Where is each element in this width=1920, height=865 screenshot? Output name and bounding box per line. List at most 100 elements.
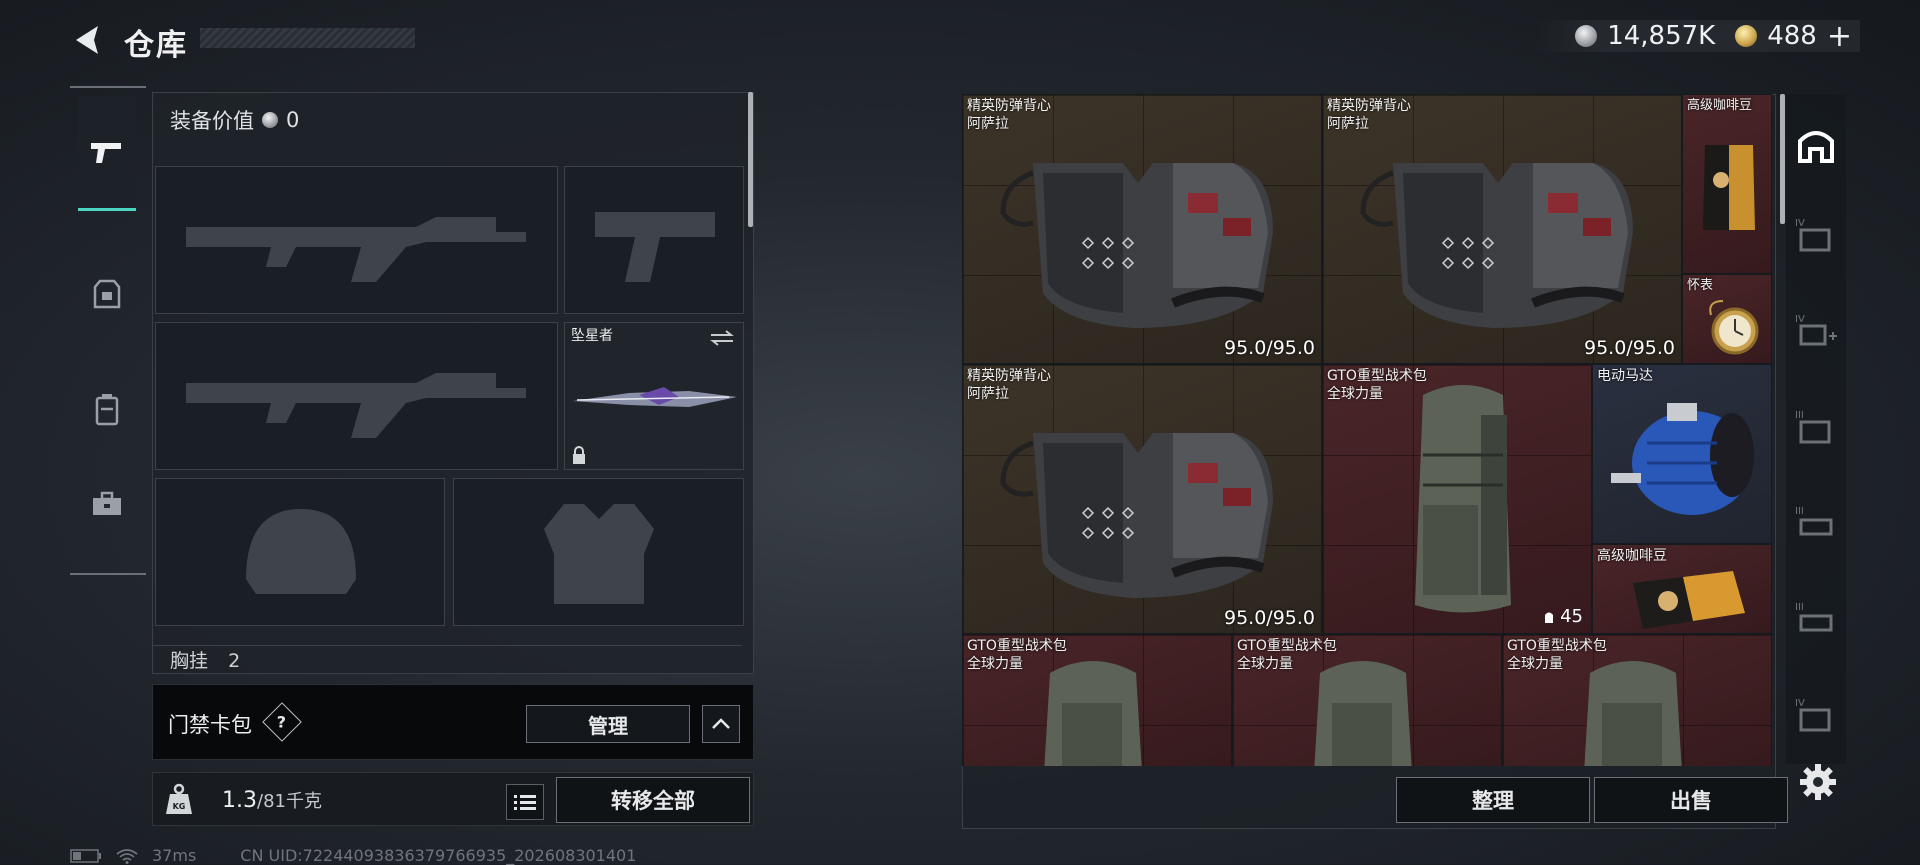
- item-name: 高级咖啡豆: [1687, 98, 1753, 113]
- armor-icon: [93, 279, 121, 309]
- battery-icon: [70, 848, 101, 863]
- stash-scrollbar[interactable]: [1780, 94, 1785, 224]
- sort-button[interactable]: 整理: [1396, 777, 1590, 823]
- stash-item[interactable]: 精英防弹背心 阿萨拉 95.0/95.0: [962, 364, 1322, 634]
- stash-grid: 精英防弹背心 阿萨拉 95.0/95.0 精英防弹背心 阿萨拉 95.0/95.…: [962, 94, 1774, 766]
- electric-motor-image: [1611, 403, 1754, 515]
- primary-weapon-slot-2[interactable]: [155, 322, 558, 470]
- loadout-scrollbar[interactable]: [748, 92, 753, 227]
- tab-armor[interactable]: [78, 238, 136, 350]
- rail-tab-container[interactable]: IV: [1794, 308, 1838, 352]
- pistol-silhouette: [595, 212, 715, 282]
- collapse-button[interactable]: [702, 705, 740, 743]
- weight-readout: 1.3/81千克: [222, 787, 322, 813]
- pocket-watch-image: [1709, 300, 1759, 355]
- stash-item[interactable]: 高级咖啡豆: [1592, 544, 1772, 634]
- rail-tab-container[interactable]: IV: [1794, 692, 1838, 736]
- item-name: 精英防弹背心 阿萨拉: [967, 98, 1051, 132]
- vest-silhouette: [544, 504, 654, 604]
- back-arrow-icon[interactable]: [68, 20, 108, 60]
- primary-weapon-slot[interactable]: [155, 166, 558, 314]
- container-tier-icon: IV: [1795, 314, 1837, 346]
- backpack-image: [1415, 385, 1511, 613]
- stash-item[interactable]: 精英防弹背心 阿萨拉 95.0/95.0: [962, 94, 1322, 364]
- equipment-value: 装备价值 0: [170, 105, 299, 135]
- item-durability: 95.0/95.0: [1583, 337, 1675, 359]
- svg-text:IV: IV: [1795, 314, 1805, 325]
- backpack-image: [1314, 661, 1412, 766]
- melee-slot[interactable]: 坠星者: [564, 322, 744, 470]
- armor-slot[interactable]: [453, 478, 744, 626]
- container-tier-icon: III: [1795, 602, 1833, 632]
- helmet-silhouette: [246, 509, 356, 594]
- container-tier-icon: III: [1795, 506, 1833, 536]
- stash-item[interactable]: 电动马达: [1592, 364, 1772, 544]
- weight-icon-text: KG: [173, 802, 186, 811]
- silver-coin-icon: [262, 112, 278, 128]
- list-icon: [514, 795, 536, 810]
- chevron-up-icon: [712, 718, 730, 729]
- add-currency-button[interactable]: +: [1827, 19, 1852, 54]
- container-tier-icon: IV: [1795, 218, 1831, 252]
- item-name: 怀表: [1687, 278, 1714, 293]
- backpack-icon: [95, 394, 119, 426]
- vest-image: [1360, 163, 1633, 328]
- knife-image: [573, 387, 737, 407]
- rail-tab-container[interactable]: III: [1794, 596, 1838, 640]
- list-view-button[interactable]: [506, 784, 544, 820]
- tab-weapons[interactable]: [78, 96, 136, 211]
- swap-icon[interactable]: [709, 329, 735, 347]
- wifi-icon: [116, 848, 138, 864]
- rail-tab-container[interactable]: III: [1794, 500, 1838, 544]
- equipment-value-label: 装备价值: [170, 109, 254, 133]
- stash-item[interactable]: 精英防弹背心 阿萨拉 95.0/95.0: [1322, 94, 1682, 364]
- rail-tab-stash[interactable]: [1794, 122, 1838, 166]
- svg-text:III: III: [1795, 506, 1804, 517]
- weight-current: 1.3: [222, 788, 257, 813]
- pistol-icon: [91, 143, 121, 163]
- sell-button[interactable]: 出售: [1594, 777, 1788, 823]
- ping-readout: 37ms: [152, 846, 197, 865]
- currency-display: 14,857K 488 +: [1535, 19, 1860, 54]
- svg-text:III: III: [1795, 602, 1804, 613]
- question-icon: ?: [277, 712, 287, 732]
- backpack-image: [1044, 661, 1142, 766]
- capacity-icon: [1545, 612, 1554, 623]
- gold-coin-icon: [1735, 25, 1758, 47]
- coffee-bag-image: [1633, 571, 1745, 629]
- rail-tab-container[interactable]: III: [1794, 404, 1838, 448]
- stash-item[interactable]: 怀表: [1682, 274, 1772, 364]
- secondary-weapon-slot[interactable]: [564, 166, 744, 314]
- chest-rig-slot[interactable]: 胸挂 2: [152, 645, 742, 669]
- stash-item[interactable]: 高级咖啡豆: [1682, 94, 1772, 274]
- container-tier-icon: III: [1795, 410, 1831, 444]
- gold-amount: 488: [1767, 21, 1817, 51]
- stash-item[interactable]: GTO重型战术包 全球力量: [1502, 634, 1772, 766]
- item-count: 45: [1542, 606, 1583, 627]
- rail-tab-container[interactable]: IV: [1794, 212, 1838, 256]
- settings-gear-icon[interactable]: [1798, 762, 1838, 802]
- svg-text:IV: IV: [1795, 698, 1805, 709]
- item-durability: 95.0/95.0: [1223, 337, 1315, 359]
- vest-image: [1000, 433, 1273, 598]
- chest-rig-count: 2: [228, 650, 241, 669]
- rifle-silhouette: [186, 217, 526, 282]
- helmet-slot[interactable]: [155, 478, 445, 626]
- title-decoration: [200, 28, 415, 48]
- backpack-image: [1584, 661, 1682, 766]
- stash-item[interactable]: GTO重型战术包 全球力量: [962, 634, 1232, 766]
- lock-icon: [573, 446, 585, 464]
- equipment-value-amount: 0: [286, 108, 300, 132]
- silver-amount: 14,857K: [1607, 21, 1716, 51]
- svg-text:III: III: [1795, 410, 1804, 421]
- loadout-sidebar: [70, 86, 146, 575]
- stash-home-icon: [1798, 131, 1834, 163]
- item-name: 精英防弹背心 阿萨拉: [1327, 98, 1411, 132]
- vest-image: [1000, 163, 1273, 328]
- stash-item[interactable]: GTO重型战术包 全球力量: [1232, 634, 1502, 766]
- stash-item[interactable]: GTO重型战术包 全球力量 45: [1322, 364, 1592, 634]
- item-durability: 95.0/95.0: [1223, 607, 1315, 629]
- manage-button[interactable]: 管理: [526, 705, 690, 743]
- transfer-all-button[interactable]: 转移全部: [556, 777, 750, 823]
- tab-toolbox[interactable]: [78, 448, 136, 560]
